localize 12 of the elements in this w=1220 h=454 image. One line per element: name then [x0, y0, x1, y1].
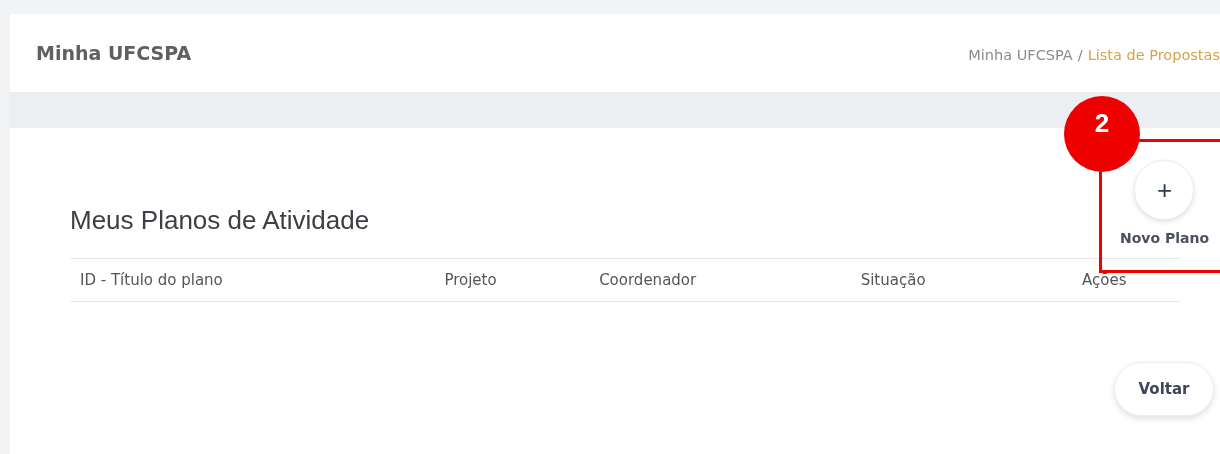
- column-header: Coordenador: [599, 271, 698, 289]
- add-button-label: Novo Plano: [1119, 230, 1209, 246]
- breadcrumb-link[interactable]: Minha UFCSPA: [968, 47, 1073, 63]
- column-header: Situação: [860, 271, 927, 289]
- add-button[interactable]: +: [1134, 160, 1195, 220]
- column-header: Ações: [1082, 271, 1128, 289]
- back-button[interactable]: Voltar: [1114, 362, 1214, 416]
- column-header: Projeto: [444, 271, 498, 289]
- page-title: Meus Planos de Atividade: [70, 205, 370, 236]
- column-header: ID - Título do plano: [80, 271, 224, 289]
- breadcrumb-separator: /: [1077, 47, 1083, 63]
- site-title: Minha UFCSPA: [36, 42, 192, 64]
